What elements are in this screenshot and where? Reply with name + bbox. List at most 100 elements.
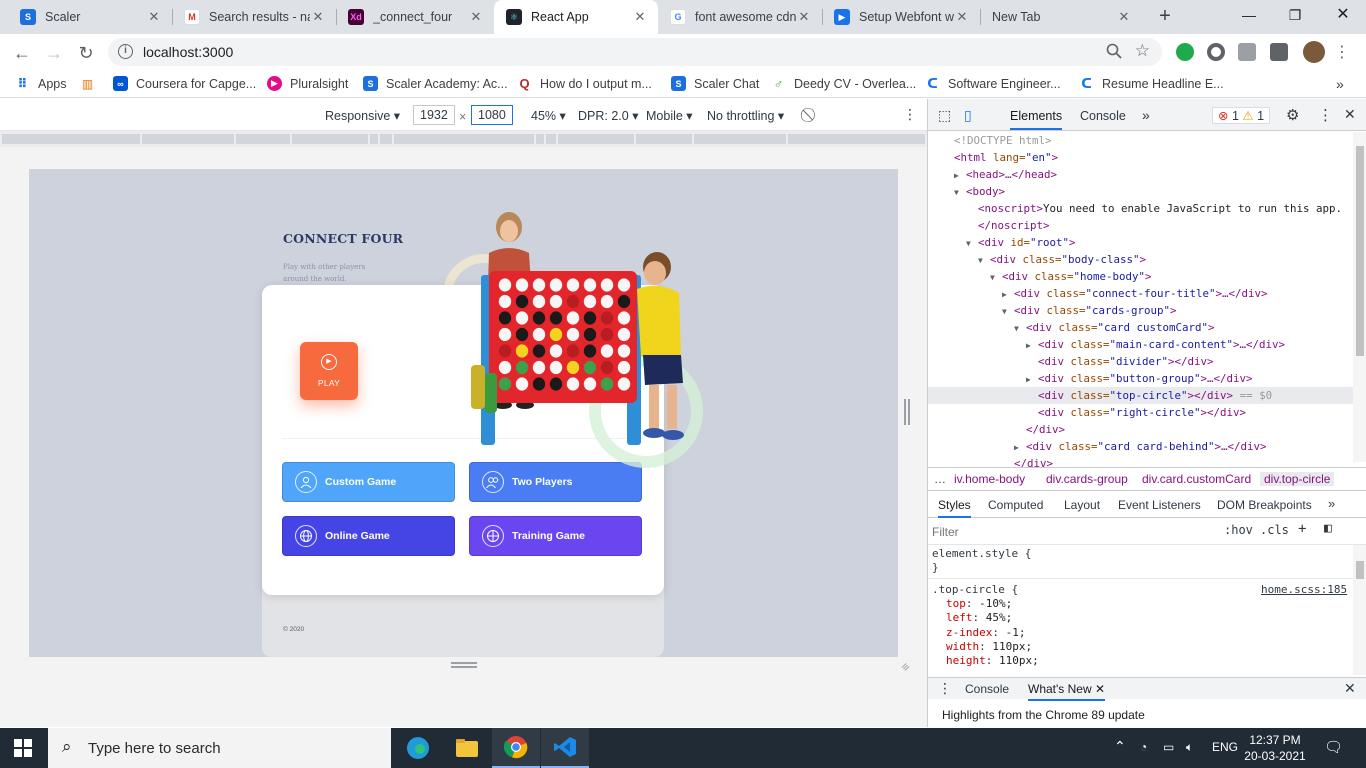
edge-app-icon[interactable]	[394, 728, 442, 768]
tab-font-awesome[interactable]: G font awesome cdn ✕	[658, 0, 822, 34]
inspect-element-icon[interactable]: ⬚	[938, 107, 951, 124]
close-icon[interactable]: ✕	[468, 9, 484, 25]
dom-node-line[interactable]: ▼ <div id="root">	[966, 234, 1076, 252]
hover-state-toggle[interactable]: :hov	[1224, 523, 1253, 537]
drawer-tab-whats-new[interactable]: What's New ✕	[1028, 682, 1106, 701]
css-property[interactable]: width: 110px;	[946, 640, 1032, 654]
menu-kebab-icon[interactable]: ⋮	[1328, 39, 1356, 67]
dom-tree[interactable]: <!DOCTYPE html> <html lang="en"> ▶ <head>…<…	[928, 132, 1353, 470]
dom-node-line[interactable]: ▶ <div class="main-card-content">…</div>	[1026, 336, 1285, 354]
volume-icon[interactable]: 🔈︎	[1186, 740, 1193, 755]
taskbar-search[interactable]: ⌕ Type here to search	[48, 728, 391, 768]
network-icon[interactable]: ◔	[1140, 740, 1147, 754]
tab-console[interactable]: Console	[1080, 109, 1126, 123]
settings-gear-icon[interactable]: ⚙	[1286, 106, 1299, 124]
breadcrumb-item[interactable]: iv.home-body	[954, 472, 1025, 486]
window-close-icon[interactable]: ✕	[1320, 0, 1366, 30]
device-select[interactable]: Responsive ▾	[325, 108, 400, 123]
tab-setup-webfont[interactable]: ▶ Setup Webfont wi ✕	[822, 0, 980, 34]
bookmark-scaler-academy[interactable]: S Scaler Academy: Ac...	[363, 76, 508, 91]
bookmark-pluralsight[interactable]: ▶ Pluralsight	[267, 76, 348, 91]
back-icon[interactable]: ←	[8, 39, 36, 67]
bookmark-resume-headline[interactable]: ᑕ Resume Headline E...	[1079, 76, 1223, 91]
language-indicator[interactable]: ENG	[1212, 740, 1238, 754]
online-game-button[interactable]: Online Game	[282, 516, 455, 556]
site-info-icon[interactable]: i	[118, 44, 133, 59]
two-players-button[interactable]: Two Players	[469, 462, 642, 502]
bookmark-overleaf[interactable]: ♂ Deedy CV - Overlea...	[771, 76, 917, 91]
dom-node-line[interactable]: </div>	[1014, 421, 1065, 438]
breadcrumb-ellipsis[interactable]: …	[934, 472, 946, 486]
css-property[interactable]: height: 110px;	[946, 654, 1039, 668]
viewport-right-resize-handle[interactable]	[904, 399, 910, 425]
dom-node-line[interactable]: ▼ <div class="card customCard">	[1014, 319, 1215, 337]
tab-react-app[interactable]: ⚛ React App ✕	[494, 0, 658, 34]
dom-node-line[interactable]: ▶ <div class="button-group">…</div>	[1026, 370, 1253, 388]
play-button[interactable]: ▶ PLAY	[300, 342, 358, 400]
element-style-rule[interactable]: element.style {	[932, 547, 1031, 561]
rule-source-link[interactable]: home.scss:185	[1261, 583, 1347, 597]
custom-game-button[interactable]: Custom Game	[282, 462, 455, 502]
styles-filter-input[interactable]	[932, 523, 1212, 541]
tab-connect-four-xd[interactable]: Xd _connect_four ✕	[336, 0, 494, 34]
viewport-bottom-resize-handle[interactable]	[451, 662, 477, 668]
bookmarks-overflow-icon[interactable]: »	[1336, 76, 1344, 92]
breadcrumb-item[interactable]: div.card.customCard	[1142, 472, 1251, 486]
tab-new-tab[interactable]: New Tab ✕	[980, 0, 1142, 34]
tab-gmail[interactable]: M Search results - na ✕	[172, 0, 336, 34]
dom-node-line[interactable]: ▶ <div class="connect-four-title">…</div>	[1002, 285, 1268, 303]
circle-extension-icon[interactable]	[1207, 43, 1225, 61]
dom-node-line[interactable]: <noscript>You need to enable JavaScript …	[966, 200, 1342, 217]
dom-node-line[interactable]: </noscript>	[966, 217, 1050, 234]
bookmark-star-icon[interactable]: ☆	[1135, 41, 1150, 61]
drawer-tab-console[interactable]: Console	[965, 682, 1009, 696]
css-property[interactable]: z-index: -1;	[946, 626, 1025, 640]
viewport-width-input[interactable]	[413, 105, 455, 125]
device-type-select[interactable]: Mobile ▾	[646, 108, 693, 123]
dom-node-line[interactable]: ▶ <head>…</head>	[954, 166, 1057, 184]
class-toggle[interactable]: .cls	[1260, 523, 1289, 537]
dom-node-line[interactable]: ▼ <body>	[954, 183, 1005, 201]
bookmark-apps[interactable]: ⠿ Apps	[15, 76, 66, 91]
bookmark-quora[interactable]: Q How do I output m...	[517, 76, 651, 91]
forward-icon[interactable]: →	[40, 39, 68, 67]
styles-pane[interactable]: element.style { } .top-circle { home.scs…	[928, 545, 1353, 675]
dom-node-line[interactable]: <div class="divider"></div>	[1026, 353, 1214, 370]
close-icon[interactable]: ✕	[632, 9, 648, 25]
dom-node-line[interactable]: ▼ <div class="home-body">	[990, 268, 1152, 286]
dpr-select[interactable]: DPR: 2.0 ▾	[578, 108, 638, 123]
shield-extension-icon[interactable]	[1176, 43, 1194, 61]
dom-node-line[interactable]: ▶ <div class="card card-behind">…</div>	[1014, 438, 1267, 456]
close-icon[interactable]: ✕	[310, 9, 326, 25]
more-style-tabs-icon[interactable]: »	[1328, 496, 1335, 511]
close-icon[interactable]: ✕	[796, 9, 812, 25]
tab-computed[interactable]: Computed	[988, 498, 1043, 512]
bookmark-scaler-chat[interactable]: S Scaler Chat	[671, 76, 759, 91]
notifications-icon[interactable]: 🗨︎	[1324, 738, 1343, 756]
issues-counter[interactable]: ⊗ 1 ⚠ 1	[1212, 107, 1271, 124]
new-tab-button[interactable]: +	[1154, 5, 1176, 27]
dom-node-line[interactable]: ▼ <div class="body-class">	[978, 251, 1146, 269]
dom-node-line[interactable]: <!DOCTYPE html>	[942, 132, 1052, 149]
new-rule-button[interactable]: +	[1298, 521, 1306, 537]
restore-icon[interactable]: ❐	[1272, 0, 1318, 30]
tray-device-icon[interactable]: ▭	[1163, 740, 1174, 754]
breadcrumb-item[interactable]: div.top-circle	[1260, 472, 1335, 486]
training-game-button[interactable]: Training Game	[469, 516, 642, 556]
bookmark-coursera[interactable]: ∞ Coursera for Capge...	[113, 76, 256, 91]
css-property[interactable]: left: 45%;	[946, 611, 1012, 625]
chrome-app-icon[interactable]	[492, 728, 540, 768]
close-drawer-icon[interactable]: ✕	[1344, 680, 1356, 697]
corner-resize-icon[interactable]: ≡	[898, 660, 913, 675]
media-query-ruler[interactable]	[0, 131, 927, 147]
rule-selector[interactable]: .top-circle {	[932, 583, 1018, 597]
close-icon[interactable]: ✕	[954, 9, 970, 25]
close-icon[interactable]: ✕	[1116, 9, 1132, 25]
dom-node-line[interactable]: <div class="right-circle"></div>	[1026, 404, 1246, 421]
taskbar-clock[interactable]: 12:37 PM 20-03-2021	[1243, 732, 1307, 764]
tray-overflow-icon[interactable]: ⌃	[1114, 738, 1126, 755]
tab-elements[interactable]: Elements	[1010, 109, 1063, 130]
close-icon[interactable]: ✕	[146, 9, 162, 25]
more-tabs-icon[interactable]: »	[1142, 107, 1150, 123]
address-bar[interactable]: i localhost:3000 ☆	[108, 38, 1162, 66]
